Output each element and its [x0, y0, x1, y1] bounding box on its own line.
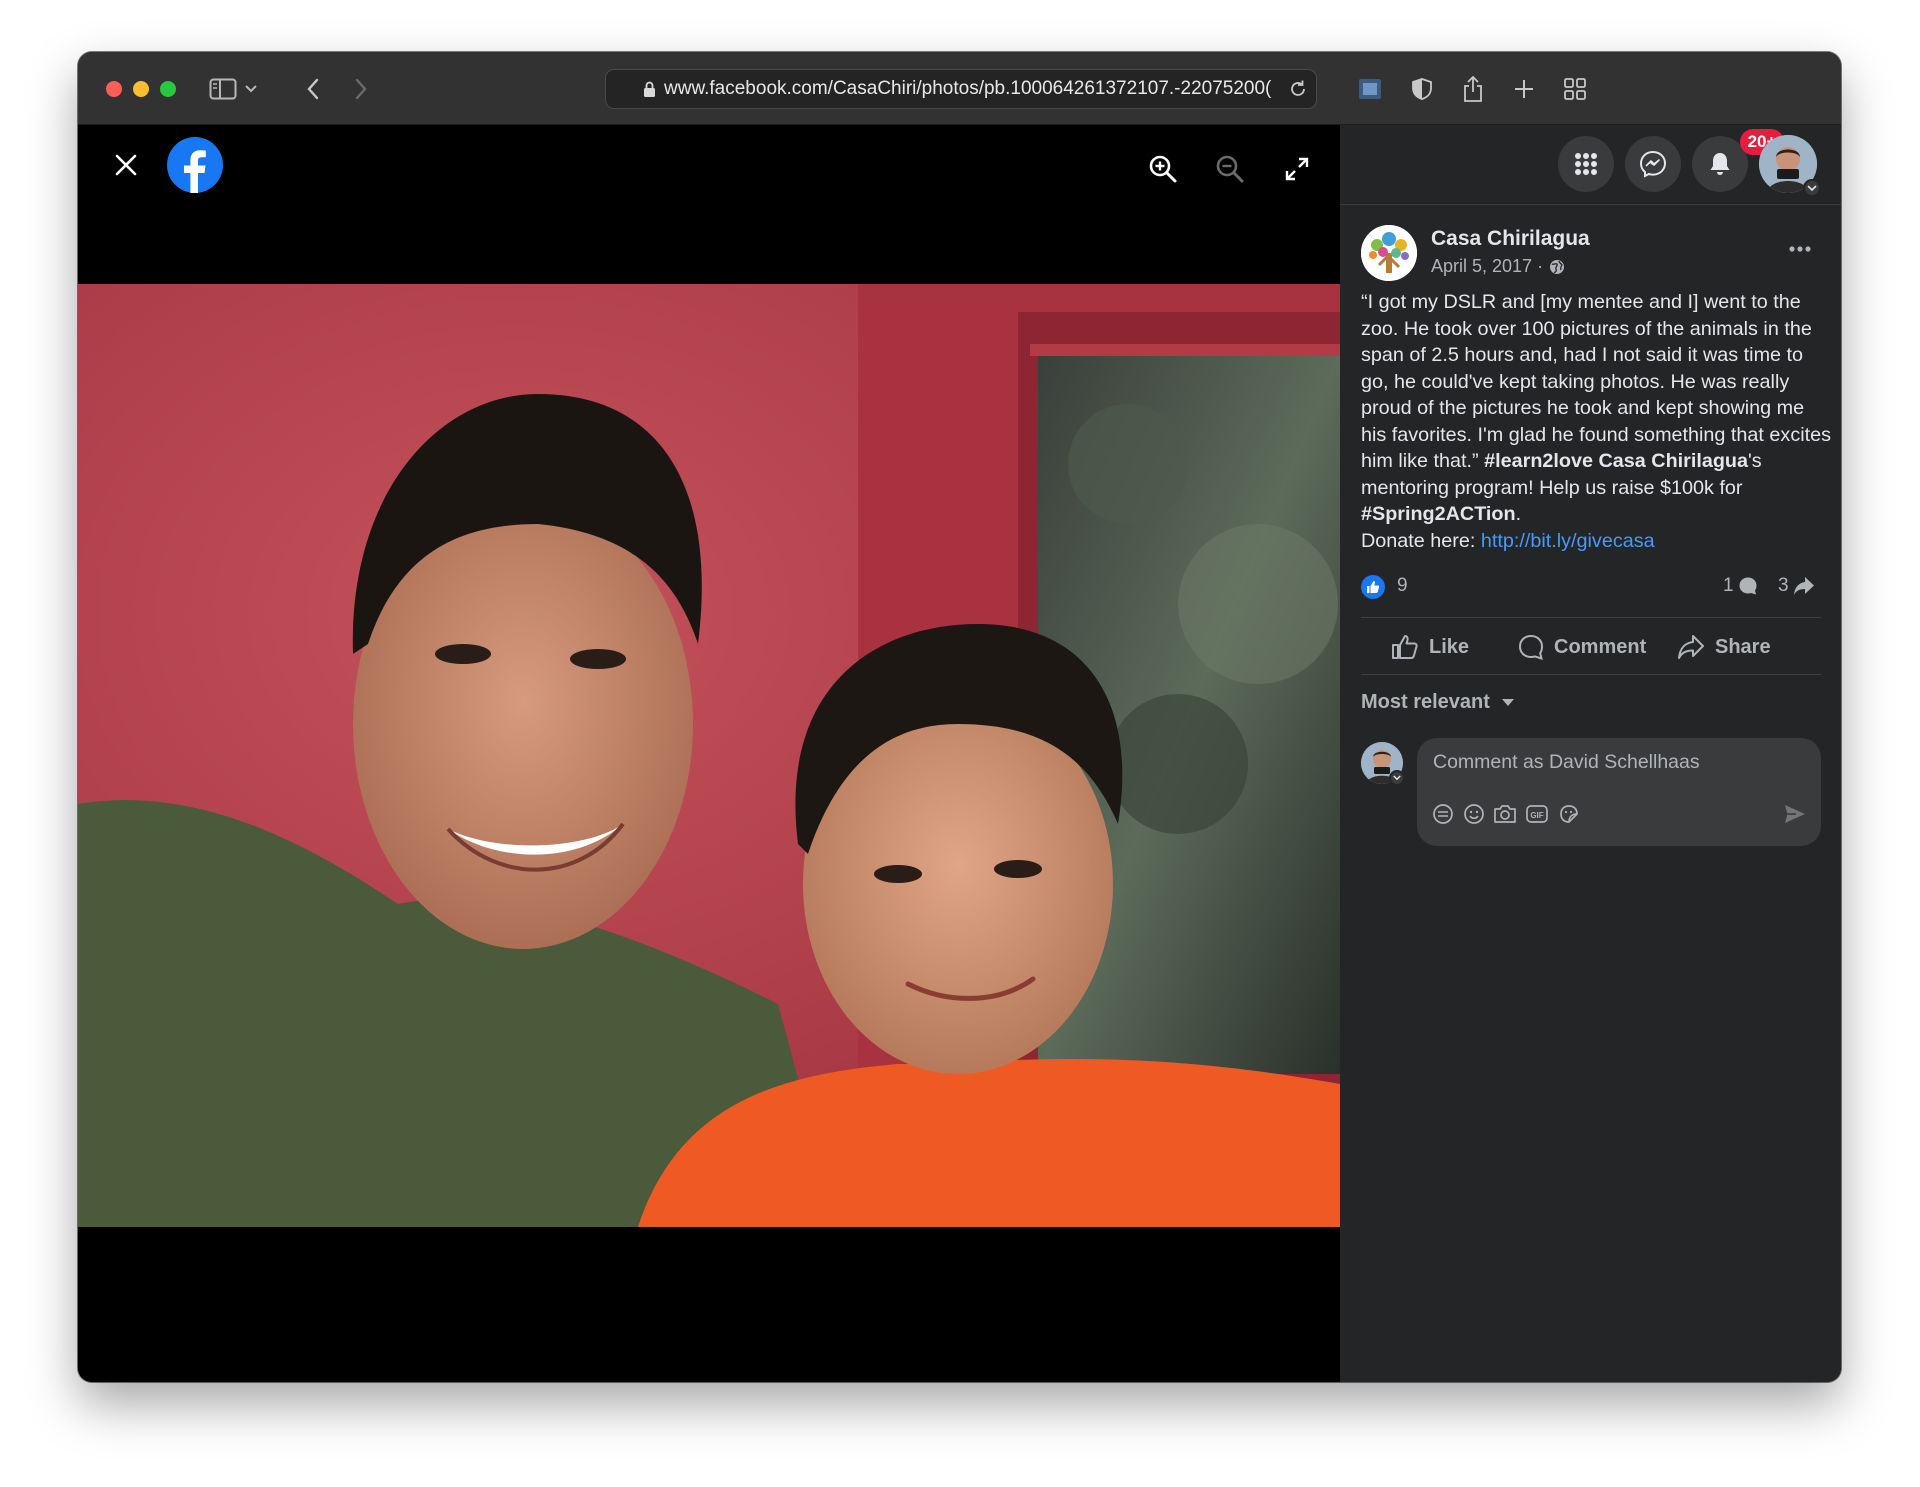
avatar-sticker-icon[interactable] — [1429, 800, 1457, 828]
svg-text:GIF: GIF — [1530, 811, 1543, 820]
chevron-down-icon[interactable] — [1803, 179, 1821, 197]
photo-illustration — [78, 284, 1340, 1227]
close-window-button[interactable] — [106, 81, 122, 97]
post-photo[interactable] — [78, 284, 1340, 1227]
comment-count-value: 1 — [1723, 575, 1734, 596]
globe-icon — [1549, 259, 1565, 275]
forward-icon[interactable] — [346, 74, 376, 104]
share-arrow-icon — [1793, 576, 1815, 596]
like-reaction-icon[interactable] — [1361, 575, 1385, 599]
share-count-value: 3 — [1778, 575, 1789, 596]
comment-icon — [1518, 634, 1544, 660]
like-count[interactable]: 9 — [1397, 575, 1408, 597]
comment-count[interactable]: 1 — [1723, 575, 1758, 597]
comment-bubble-icon — [1738, 576, 1758, 596]
reload-icon[interactable] — [1288, 79, 1308, 105]
like-label: Like — [1429, 635, 1470, 658]
share-button[interactable]: Share — [1677, 618, 1771, 676]
facebook-logo-icon[interactable] — [167, 137, 223, 193]
lock-icon — [643, 81, 656, 104]
reactions-summary: 9 1 3 — [1361, 573, 1821, 603]
share-post-icon — [1677, 634, 1705, 660]
tab-overview-icon[interactable] — [1560, 74, 1590, 104]
sort-label: Most relevant — [1361, 691, 1490, 713]
chevron-down-icon[interactable] — [1389, 770, 1405, 786]
like-button[interactable]: Like — [1391, 618, 1469, 676]
camera-icon[interactable] — [1491, 800, 1519, 828]
url-text: www.facebook.com/CasaChiri/photos/pb.100… — [664, 78, 1272, 99]
comment-label: Comment — [1554, 635, 1647, 658]
comment-input[interactable]: Comment as David Schellhaas GIF — [1417, 738, 1821, 846]
back-icon[interactable] — [298, 74, 328, 104]
comment-sort-dropdown[interactable]: Most relevant — [1361, 691, 1514, 714]
extension-icon[interactable] — [1355, 74, 1385, 104]
comment-button[interactable]: Comment — [1518, 618, 1646, 676]
share-count[interactable]: 3 — [1778, 575, 1815, 597]
post-meta: April 5, 2017 · — [1431, 256, 1565, 277]
page-mention-link[interactable]: Casa Chirilagua — [1599, 450, 1749, 472]
shield-icon[interactable] — [1407, 74, 1437, 104]
zoom-in-icon[interactable] — [1143, 149, 1183, 189]
photo-viewer — [78, 125, 1340, 1382]
sticker-icon[interactable] — [1555, 800, 1583, 828]
post-text-part3: . — [1515, 503, 1522, 525]
zoom-out-icon[interactable] — [1210, 149, 1250, 189]
browser-window: www.facebook.com/CasaChiri/photos/pb.100… — [78, 52, 1841, 1382]
send-icon[interactable] — [1781, 800, 1809, 828]
post-text: “I got my DSLR and [my mentee and I] wen… — [1361, 289, 1831, 554]
minimize-window-button[interactable] — [133, 81, 149, 97]
browser-toolbar: www.facebook.com/CasaChiri/photos/pb.100… — [78, 52, 1841, 125]
post-date[interactable]: April 5, 2017 · — [1431, 256, 1543, 277]
post-actions: Like Comment Share — [1361, 617, 1821, 675]
emoji-icon[interactable] — [1460, 800, 1488, 828]
post-text-part1: “I got my DSLR and [my mentee and I] wen… — [1361, 291, 1831, 472]
messenger-icon[interactable] — [1625, 136, 1681, 192]
menu-grid-icon[interactable] — [1558, 136, 1614, 192]
zoom-window-button[interactable] — [160, 81, 176, 97]
share-label: Share — [1715, 635, 1771, 658]
sidebar-icon[interactable] — [208, 74, 238, 104]
gif-icon[interactable]: GIF — [1523, 800, 1551, 828]
fullscreen-icon[interactable] — [1277, 149, 1317, 189]
close-icon[interactable] — [106, 145, 146, 185]
chevron-down-icon[interactable] — [241, 74, 261, 104]
post-side-panel: 20+ Casa Chirilagua April 5, 2017 · “I g… — [1340, 125, 1841, 1382]
hashtag-link[interactable]: #Spring2ACTion — [1361, 503, 1516, 525]
comment-placeholder: Comment as David Schellhaas — [1433, 751, 1700, 773]
more-options-icon[interactable] — [1780, 229, 1820, 269]
page-avatar[interactable] — [1361, 225, 1417, 281]
hashtag-link[interactable]: #learn2love — [1484, 450, 1593, 472]
caret-down-icon — [1501, 698, 1514, 707]
address-bar[interactable]: www.facebook.com/CasaChiri/photos/pb.100… — [605, 69, 1317, 109]
facebook-header: 20+ — [1340, 125, 1841, 205]
share-icon[interactable] — [1458, 74, 1488, 104]
page-name[interactable]: Casa Chirilagua — [1431, 227, 1590, 251]
donate-label: Donate here: — [1361, 529, 1481, 552]
new-tab-icon[interactable] — [1509, 74, 1539, 104]
donate-link[interactable]: http://bit.ly/givecasa — [1481, 530, 1655, 552]
thumbs-up-icon — [1391, 634, 1419, 660]
